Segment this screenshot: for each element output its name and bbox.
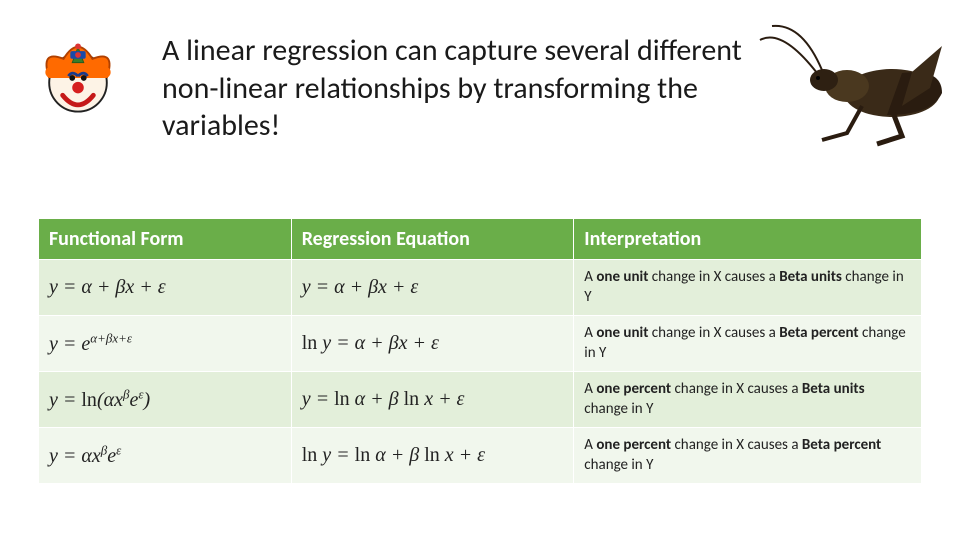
- cell-regression-equation: y = α + βx + ε: [291, 260, 574, 316]
- cell-regression-equation: y = ln α + β ln x + ε: [291, 372, 574, 428]
- cell-regression-equation: ln y = α + βx + ε: [291, 316, 574, 372]
- cell-interpretation: A one percent change in X causes a Beta …: [574, 428, 922, 484]
- table-row: y = α + βx + ε y = α + βx + ε A one unit…: [39, 260, 922, 316]
- clown-icon: [30, 30, 126, 126]
- table-header-row: Functional Form Regression Equation Inte…: [39, 219, 922, 260]
- transformations-table: Functional Form Regression Equation Inte…: [38, 218, 922, 484]
- col-header-interpretation: Interpretation: [574, 219, 922, 260]
- col-header-regression-equation: Regression Equation: [291, 219, 574, 260]
- table-row: y = ln(αxβeε) y = ln α + β ln x + ε A on…: [39, 372, 922, 428]
- cell-functional-form: y = αxβeε: [39, 428, 292, 484]
- cell-functional-form: y = ln(αxβeε): [39, 372, 292, 428]
- cell-regression-equation: ln y = ln α + β ln x + ε: [291, 428, 574, 484]
- cell-functional-form: y = α + βx + ε: [39, 260, 292, 316]
- table-row: y = eα+βx+ε ln y = α + βx + ε A one unit…: [39, 316, 922, 372]
- cell-interpretation: A one unit change in X causes a Beta per…: [574, 316, 922, 372]
- cell-interpretation: A one unit change in X causes a Beta uni…: [574, 260, 922, 316]
- slide-title: A linear regression can capture several …: [162, 32, 762, 145]
- table-row: y = αxβeε ln y = ln α + β ln x + ε A one…: [39, 428, 922, 484]
- cell-functional-form: y = eα+βx+ε: [39, 316, 292, 372]
- cricket-icon: [752, 18, 952, 148]
- slide: A linear regression can capture several …: [0, 0, 960, 540]
- cell-interpretation: A one percent change in X causes a Beta …: [574, 372, 922, 428]
- col-header-functional-form: Functional Form: [39, 219, 292, 260]
